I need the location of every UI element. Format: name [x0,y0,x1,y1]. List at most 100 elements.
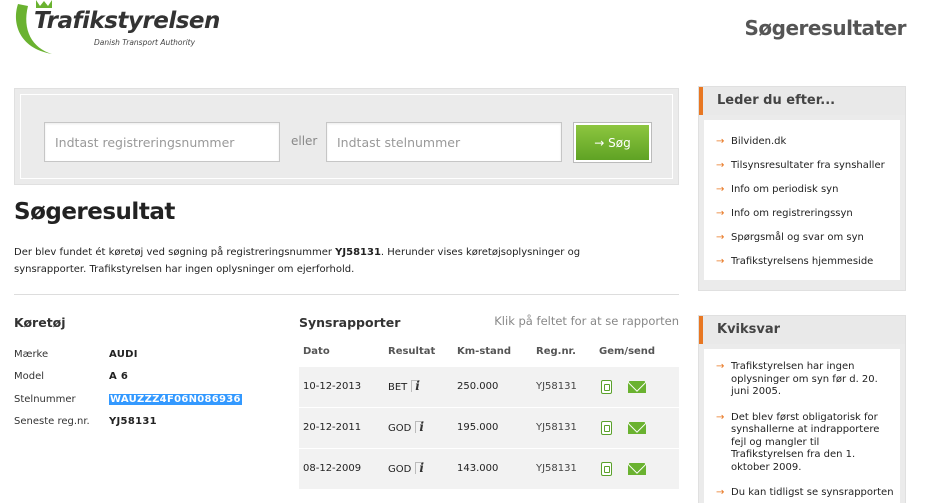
save-document-icon[interactable] [601,461,612,476]
sidebar-link-label[interactable]: Bilviden.dk [731,136,786,147]
logo[interactable]: Trafikstyrelsen Danish Transport Authori… [12,0,220,60]
table-row[interactable]: 08-12-2009 GOD i 143.000 YJ58131 [299,447,679,490]
sidebar-link-label[interactable]: Info om registreringssyn [731,208,853,219]
send-mail-icon[interactable] [628,380,646,393]
logo-subtitle: Danish Transport Authority [94,38,196,47]
quick-answer-item[interactable]: → Det blev først obligatorisk for synshal… [712,412,894,475]
vehicle-label: Mærke [14,348,49,360]
vehicle-row-vin: Stelnummer WAUZZZ4F06N086936 [14,388,242,411]
report-km[interactable]: 195.000 [453,406,532,449]
sidebar-link-label[interactable]: Info om periodisk syn [731,184,838,195]
column-header: Dato [303,346,330,358]
vehicle-value: YJ58131 [109,416,157,428]
reports-hint: Klik på feltet for at se rapporten [494,314,679,328]
report-result-text: GOD [388,423,412,434]
vehicle-value: AUDI [109,348,138,360]
vehicle-row-make: Mærke AUDI [14,343,242,366]
result-desc-prefix: Der blev fundet ét køretøj ved søgning p… [14,247,336,258]
search-panel-inner: eller → Søg [20,94,673,179]
sidebar-link[interactable]: → Info om periodisk syn [712,178,894,202]
vehicle-table: Mærke AUDI Model A 6 Stelnummer WAUZZZ4F… [14,343,242,433]
report-result[interactable]: GOD i [384,447,453,490]
vehicle-row-latest-reg: Seneste reg.nr. YJ58131 [14,411,242,434]
sidebar-link-label[interactable]: Tilsynsresultater fra synshaller [731,160,885,171]
arrow-right-icon: → [716,487,725,498]
sidebar-quick-title: Kviksvar [699,316,905,344]
table-row[interactable]: 10-12-2013 BET i 250.000 YJ58131 [299,365,679,408]
report-km[interactable]: 250.000 [453,365,532,408]
page-heading: Søgeresultater [744,16,907,40]
report-actions [595,365,679,408]
report-date[interactable]: 20-12-2011 [299,406,384,449]
save-document-icon[interactable] [601,379,612,394]
column-header: Reg.nr. [536,346,576,358]
report-date[interactable]: 08-12-2009 [299,447,384,490]
arrow-right-icon: → [716,411,725,423]
sidebar-link-label[interactable]: Trafikstyrelsens hjemmeside [731,256,873,267]
quick-answers-list: → Trafikstyrelsen har ingen oplysninger o… [712,361,894,500]
or-label: eller [291,134,318,148]
arrow-right-icon: → [716,361,725,372]
arrow-right-icon: → [716,136,725,147]
result-description: Der blev fundet ét køretøj ved søgning p… [14,244,654,278]
sidebar-link-label[interactable]: Spørgsmål og svar om syn [731,232,864,243]
vehicle-label: Model [14,371,45,383]
save-document-icon[interactable] [601,420,612,435]
column-header: Km-stand [457,346,512,358]
divider [14,294,679,295]
quick-answer-text[interactable]: Du kan tidligst se synsrapporten [731,487,894,498]
sidebar-link[interactable]: → Trafikstyrelsens hjemmeside [712,250,894,274]
vin-input[interactable] [326,122,562,162]
vehicle-row-model: Model A 6 [14,366,242,389]
report-regnr[interactable]: YJ58131 [532,406,595,449]
column-header: Resultat [388,346,436,358]
report-result[interactable]: BET i [384,365,453,408]
arrow-right-icon: → [716,160,725,171]
sidebar-lookfor-body: → Bilviden.dk → Tilsynsresultater fra syns… [704,120,900,280]
quick-answer-text[interactable]: Det blev først obligatorisk for synshall… [731,412,879,473]
result-title: Søgeresultat [14,199,175,225]
report-result-text: GOD [388,464,412,475]
report-result[interactable]: GOD i [384,406,453,449]
reports-header-row: Dato Resultat Km-stand Reg.nr. Gem/send [299,338,679,366]
sidebar-link[interactable]: → Tilsynsresultater fra synshaller [712,154,894,178]
arrow-right-icon: → [716,256,725,267]
sidebar-quick-body: → Trafikstyrelsen har ingen oplysninger o… [704,349,900,503]
sidebar-link[interactable]: → Spørgsmål og svar om syn [712,226,894,250]
info-icon[interactable]: i [415,462,424,474]
search-button[interactable]: → Søg [573,122,652,163]
send-mail-icon[interactable] [628,421,646,434]
sidebar-quick-box: Kviksvar → Trafikstyrelsen har ingen oply… [698,315,906,503]
search-panel: eller → Søg [14,88,679,185]
report-actions [595,447,679,490]
vehicle-label: Seneste reg.nr. [14,416,90,428]
vehicle-value: A 6 [109,371,129,383]
result-desc-reg: YJ58131 [335,247,381,258]
report-date[interactable]: 10-12-2013 [299,365,384,408]
sidebar-links: → Bilviden.dk → Tilsynsresultater fra syns… [712,130,894,274]
report-regnr[interactable]: YJ58131 [532,365,595,408]
quick-answer-item[interactable]: → Trafikstyrelsen har ingen oplysninger o… [712,361,894,399]
vehicle-label: Stelnummer [14,393,76,405]
sidebar-link[interactable]: → Bilviden.dk [712,130,894,154]
quick-answer-item[interactable]: → Du kan tidligst se synsrapporten [712,487,894,500]
report-actions [595,406,679,449]
arrow-right-icon: → [716,184,725,195]
vehicle-value[interactable]: WAUZZZ4F06N086936 [109,388,242,411]
send-mail-icon[interactable] [628,462,646,475]
table-row[interactable]: 20-12-2011 GOD i 195.000 YJ58131 [299,406,679,449]
logo-name: Trafikstyrelsen [34,8,220,34]
registration-number-input[interactable] [44,122,280,162]
info-icon[interactable]: i [411,380,420,392]
column-header: Gem/send [599,346,656,358]
info-icon[interactable]: i [415,421,424,433]
sidebar-link[interactable]: → Info om registreringssyn [712,202,894,226]
arrow-right-icon: → [716,208,725,219]
arrow-right-icon: → [716,232,725,243]
quick-answer-text[interactable]: Trafikstyrelsen har ingen oplysninger om… [731,361,878,397]
vin-selected-text[interactable]: WAUZZZ4F06N086936 [109,393,242,405]
report-result-text: BET [388,382,408,393]
reports-title: Synsrapporter [299,315,401,330]
report-regnr[interactable]: YJ58131 [532,447,595,490]
report-km[interactable]: 143.000 [453,447,532,490]
